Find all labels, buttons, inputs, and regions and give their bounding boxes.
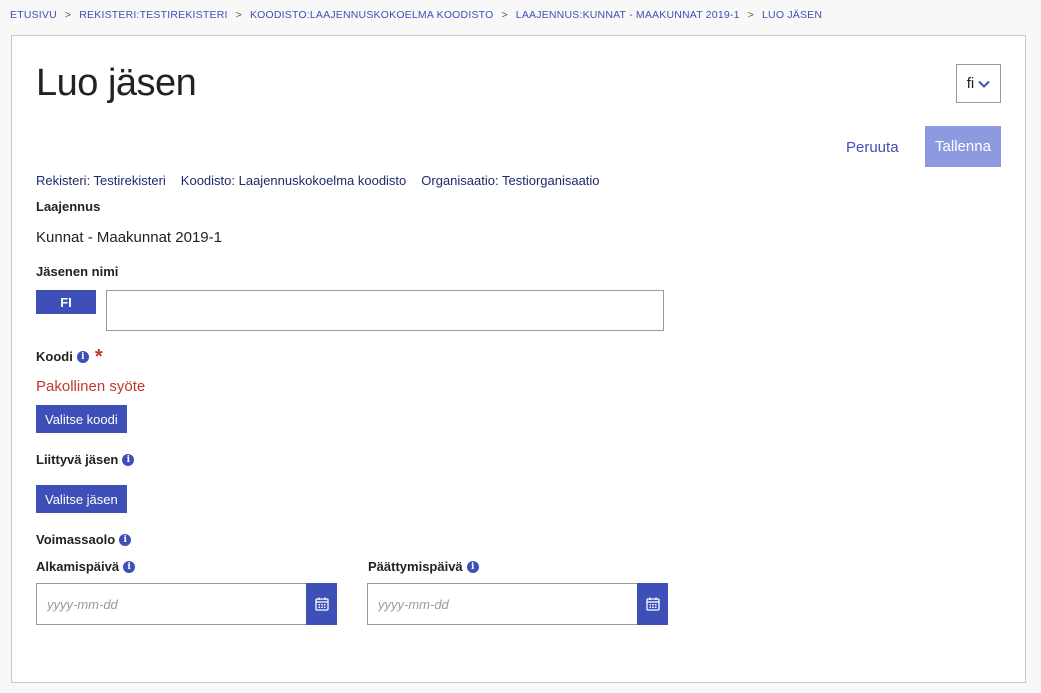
validity-label: Voimassaolo i xyxy=(36,532,132,547)
end-date-calendar-button[interactable] xyxy=(637,583,668,625)
calendar-icon xyxy=(314,597,329,611)
end-date-picker xyxy=(367,583,668,625)
extension-label: Laajennus xyxy=(36,199,100,214)
cancel-button[interactable]: Peruuta xyxy=(846,139,899,156)
breadcrumb-registry[interactable]: Rekisteri:Testirekisteri xyxy=(79,9,227,21)
form-panel: Luo jäsen fi Peruuta Tallenna Rekisteri:… xyxy=(11,35,1026,683)
meta-organization: Organisaatio: Testiorganisaatio xyxy=(421,173,600,188)
start-date-input[interactable] xyxy=(36,583,306,625)
member-name-label-text: Jäsenen nimi xyxy=(36,264,119,279)
breadcrumb-codelist[interactable]: Koodisto:Laajennuskokoelma koodisto xyxy=(250,9,494,21)
end-date-label: Päättymispäivä i xyxy=(368,559,479,574)
breadcrumb-home[interactable]: Etusivu xyxy=(10,9,57,21)
required-mark: * xyxy=(94,345,103,368)
breadcrumb-separator: > xyxy=(501,9,508,21)
member-name-input[interactable] xyxy=(106,290,664,331)
breadcrumb-extension[interactable]: Laajennus:Kunnat - Maakunnat 2019-1 xyxy=(516,9,740,21)
breadcrumb: Etusivu > Rekisteri:Testirekisteri > Koo… xyxy=(10,9,822,21)
language-select-value: fi xyxy=(966,75,975,92)
info-icon[interactable]: i xyxy=(119,533,132,546)
start-date-calendar-button[interactable] xyxy=(306,583,337,625)
meta-codelist: Koodisto: Laajennuskokoelma koodisto xyxy=(180,173,407,188)
select-member-button[interactable]: Valitse jäsen xyxy=(36,485,127,513)
extension-label-text: Laajennus xyxy=(36,199,101,214)
info-icon[interactable]: i xyxy=(466,560,479,573)
breadcrumb-separator: > xyxy=(64,9,72,21)
related-member-label: Liittyvä jäsen i xyxy=(36,452,135,467)
save-button[interactable]: Tallenna xyxy=(925,126,1001,167)
start-date-picker xyxy=(36,583,337,625)
page-title: Luo jäsen xyxy=(36,62,197,104)
start-date-label-text: Alkamispäivä xyxy=(36,559,120,574)
breadcrumb-separator: > xyxy=(235,9,242,21)
calendar-icon xyxy=(645,597,660,611)
code-label-text: Koodi xyxy=(36,349,73,364)
meta-info: Rekisteri: Testirekisteri Koodisto: Laaj… xyxy=(36,173,600,188)
related-member-label-text: Liittyvä jäsen xyxy=(36,452,119,467)
code-error-message: Pakollinen syöte xyxy=(36,378,146,395)
breadcrumb-current: Luo jäsen xyxy=(762,9,823,21)
member-name-label: Jäsenen nimi xyxy=(36,264,118,279)
code-label: Koodi i * xyxy=(36,345,103,368)
info-icon[interactable]: i xyxy=(123,560,136,573)
language-badge-fi: FI xyxy=(36,290,96,314)
info-icon[interactable]: i xyxy=(122,453,135,466)
select-code-button[interactable]: Valitse koodi xyxy=(36,405,127,433)
chevron-down-icon xyxy=(978,80,990,88)
language-select[interactable]: fi xyxy=(956,64,1001,103)
start-date-label: Alkamispäivä i xyxy=(36,559,136,574)
meta-registry: Rekisteri: Testirekisteri xyxy=(36,173,166,188)
info-icon[interactable]: i xyxy=(76,350,89,363)
breadcrumb-separator: > xyxy=(747,9,755,21)
end-date-label-text: Päättymispäivä xyxy=(368,559,463,574)
validity-label-text: Voimassaolo xyxy=(36,532,116,547)
end-date-input[interactable] xyxy=(367,583,637,625)
extension-value: Kunnat - Maakunnat 2019-1 xyxy=(36,229,222,246)
